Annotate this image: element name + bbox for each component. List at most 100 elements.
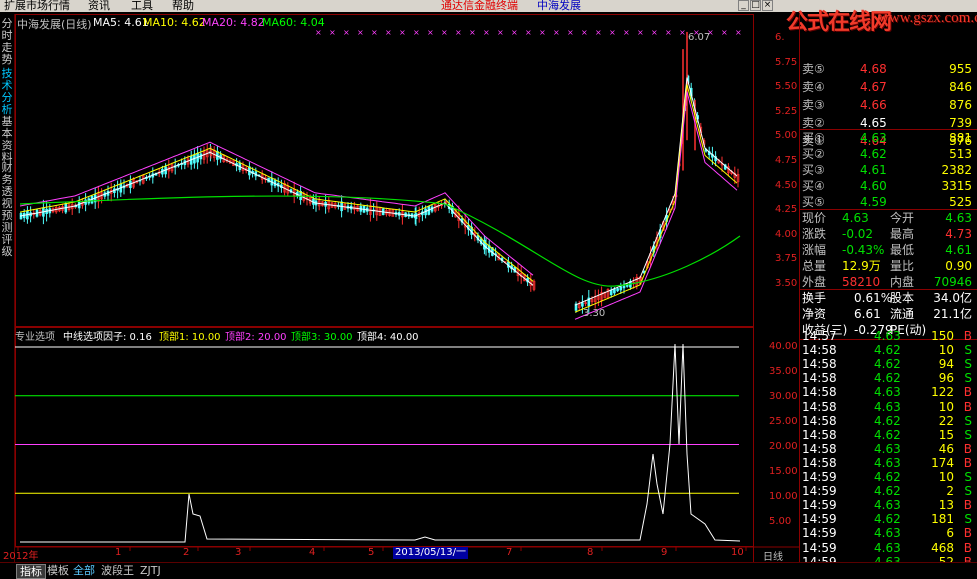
price-axis-tick: 6. [775, 32, 785, 43]
bid-row: 买① 4.63 881 [802, 130, 976, 146]
indicator-value-line [20, 343, 741, 543]
signal-marker: × [455, 28, 462, 37]
signal-marker: × [497, 28, 504, 37]
maximize-button[interactable]: □ [750, 0, 761, 11]
tick-price: 4.62 [874, 427, 901, 442]
signal-marker: × [553, 28, 560, 37]
tick-time: 14:59 [802, 526, 837, 541]
tick-time: 14:59 [802, 484, 837, 499]
signal-marker: × [385, 28, 392, 37]
bid-row: 买④ 4.60 3315 [802, 178, 976, 194]
bottom-tab-indicator[interactable]: 指标 [16, 564, 46, 579]
stat-label: 外盘 [802, 275, 827, 289]
signal-marker: × [539, 28, 546, 37]
ask-price: 4.66 [860, 98, 887, 112]
stat-label: 现价 [802, 211, 827, 225]
bid-volume: 2382 [941, 163, 972, 177]
tick-side: B [963, 540, 972, 555]
signal-marker: × [665, 28, 672, 37]
menu-item-news[interactable]: 资讯 [88, 0, 110, 12]
stat-value: 70946 [933, 275, 972, 289]
tick-row: 14:58 4.63 46 B [802, 442, 976, 456]
price-axis-tick: 4.25 [775, 204, 798, 216]
tick-price: 4.62 [874, 357, 901, 372]
signal-marker: × [637, 28, 644, 37]
tick-time: 14:58 [802, 385, 837, 400]
tick-side: S [964, 343, 972, 358]
tick-time: 14:58 [802, 441, 837, 456]
signal-marker: × [623, 28, 630, 37]
tick-row: 14:58 4.63 174 B [802, 456, 976, 470]
indicator-axis-tick: 15.00 [769, 466, 798, 477]
moving-average-lines: × × × × × × × × × × × × × × × × × × × × × × × × × × × × × × × [19, 28, 742, 320]
x-axis-tick: 3 [235, 547, 242, 558]
app-brand: 通达信金融终端 [441, 0, 518, 12]
tick-price: 4.63 [874, 329, 901, 343]
candle-body [581, 302, 584, 307]
bid-row: 买③ 4.61 2382 [802, 162, 976, 178]
stat-label: 最高 [890, 227, 915, 241]
side-tab-profile[interactable]: 基本资料 [1, 116, 13, 164]
tick-side: B [963, 399, 972, 414]
indicator-panel-frame [15, 327, 754, 547]
signal-marker: × [343, 28, 350, 37]
close-button[interactable]: × [762, 0, 773, 11]
menu-item-help[interactable]: 帮助 [172, 0, 194, 12]
tick-time: 14:59 [802, 512, 837, 527]
tick-volume: 94 [938, 357, 954, 372]
bid-volume: 513 [949, 147, 972, 161]
low-price-label: 3.30 [583, 308, 606, 319]
tick-side: B [963, 385, 972, 400]
tick-volume: 6 [946, 526, 954, 541]
indicator-axis-tick: 10.00 [769, 491, 798, 502]
ask-volume: 876 [949, 98, 972, 112]
price-axis-tick: 5.00 [775, 130, 798, 142]
quote-panel: 卖⑤ 4.68 955 卖④ 4.67 846 卖③ 4.66 876 卖② 4.65 739 卖① 4.… [799, 14, 977, 570]
bottom-tab-all[interactable]: 全部 [70, 564, 98, 577]
menu-item-extended-market[interactable]: 扩展市场行情 [4, 0, 70, 12]
tick-side: B [963, 526, 972, 541]
x-axis-tick: 4 [309, 547, 316, 558]
fundamental-row: 净资 6.61 流通 21.1亿 [802, 306, 976, 322]
ma5-line [19, 151, 534, 286]
bottom-tab-wave-king[interactable]: 波段王 [98, 564, 137, 577]
ask-price: 4.68 [860, 62, 887, 76]
period-label[interactable]: 日线 [763, 548, 783, 563]
fundamental-label: 流通 [890, 307, 915, 321]
bottom-tab-zjtj[interactable]: ZJTJ [137, 564, 164, 577]
side-tab-technical[interactable]: 技术分析 [1, 68, 13, 116]
fundamental-label: 净资 [802, 307, 827, 321]
stat-row: 现价 4.63 今开 4.63 [802, 210, 976, 226]
ask-volume: 955 [949, 62, 972, 76]
side-tab-forecast[interactable]: 预测评级 [1, 210, 13, 258]
bid-label: 买③ [802, 163, 825, 177]
candle-body [613, 288, 616, 294]
tick-side: S [964, 470, 972, 484]
stat-label: 内盘 [890, 275, 915, 289]
menu-item-tools[interactable]: 工具 [131, 0, 153, 12]
minimize-button[interactable]: _ [738, 0, 749, 11]
bid-row: 买⑤ 4.59 525 [802, 194, 976, 210]
tick-side: S [964, 484, 972, 499]
price-axis-tick: 3.75 [775, 253, 798, 265]
bid-volume: 3315 [941, 179, 972, 193]
signal-marker: × [581, 28, 588, 37]
kline-chart-area[interactable]: × × × × × × × × × × × × × × × × × × × × × × × × × × × × × × × [15, 14, 799, 562]
tick-row: 14:59 4.63 468 B [802, 541, 976, 555]
tick-time: 14:58 [802, 427, 837, 442]
stat-row: 总量 12.9万 量比 0.90 [802, 258, 976, 274]
x-axis-tick: 9 [661, 547, 668, 558]
bottom-tab-template[interactable]: 模板 [44, 564, 72, 577]
bid-price: 4.59 [860, 195, 887, 209]
bid-label: 买④ [802, 179, 825, 193]
indicator-level1: 顶部1: 10.00 [159, 332, 221, 343]
price-axis-tick: 5.75 [775, 56, 798, 68]
tick-time: 14:59 [802, 498, 837, 513]
candle-body [622, 285, 626, 289]
side-tab-intraday[interactable]: 分时走势 [1, 18, 13, 66]
side-tab-finance[interactable]: 财务透视 [1, 162, 13, 210]
bid-price: 4.60 [860, 179, 887, 193]
fundamental-label: 换手 [802, 291, 827, 305]
stat-value: 4.63 [945, 211, 972, 225]
signal-marker: × [399, 28, 406, 37]
